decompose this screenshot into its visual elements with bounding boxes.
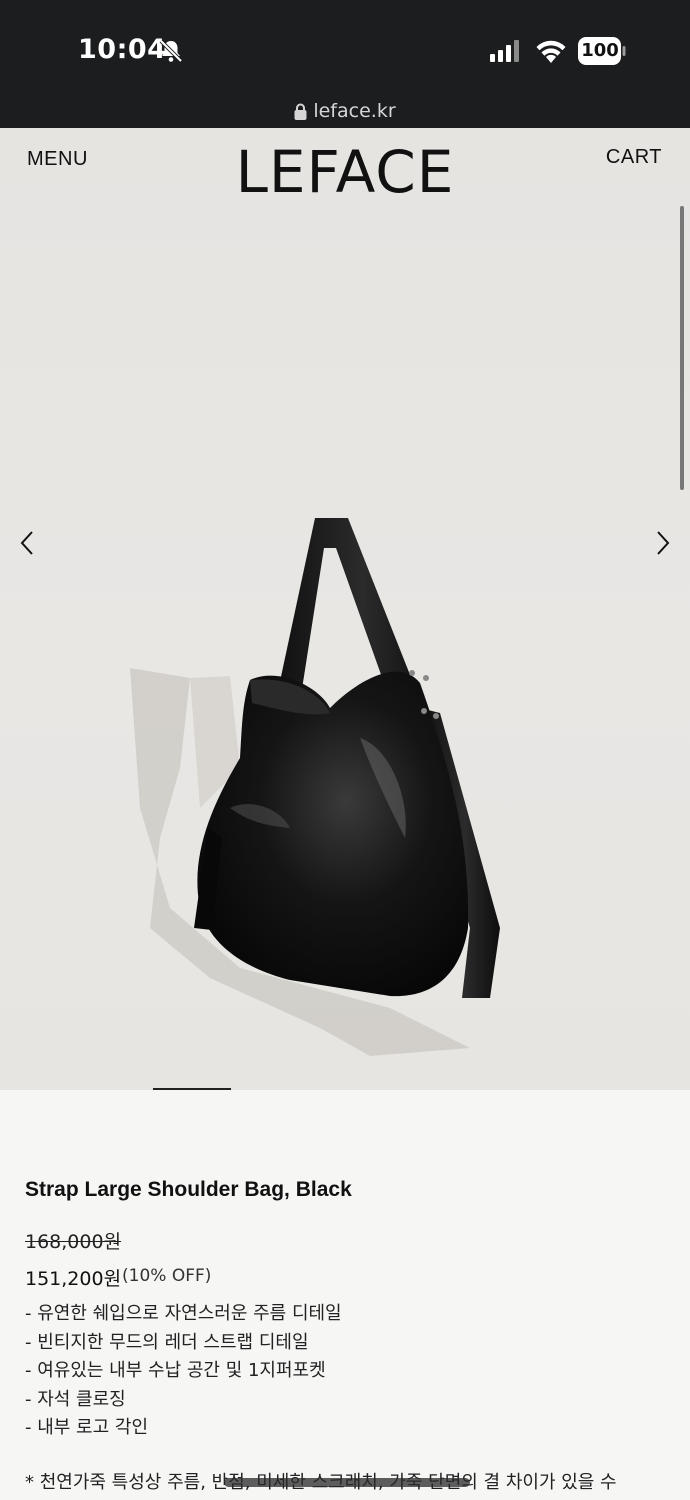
address-bar[interactable]: leface.kr xyxy=(0,96,690,126)
status-time: 10:04 xyxy=(78,34,167,65)
original-price: 168,000원 xyxy=(25,1231,122,1253)
product-info: Strap Large Shoulder Bag, Black 168,000원… xyxy=(0,1090,690,1500)
cart-button[interactable]: CART xyxy=(606,146,662,169)
chevron-right-icon[interactable] xyxy=(650,528,674,558)
url-text: leface.kr xyxy=(313,100,396,122)
product-photo xyxy=(130,518,500,1056)
home-indicator[interactable] xyxy=(224,1478,470,1487)
wifi-icon xyxy=(536,40,566,63)
bell-slash-icon xyxy=(159,39,183,63)
product-title: Strap Large Shoulder Bag, Black xyxy=(25,1178,352,1201)
cellular-signal-icon xyxy=(490,40,519,62)
list-item: - 여유있는 내부 수납 공간 및 1지퍼포켓 xyxy=(25,1360,326,1381)
list-item: - 자석 클로징 xyxy=(25,1388,126,1410)
sale-price: 151,200원 xyxy=(25,1268,122,1290)
feature-list: - 유연한 쉐입으로 자연스러운 주름 디테일 - 빈티지한 무드의 레더 스트… xyxy=(25,1300,342,1443)
list-item: - 유연한 쉐입으로 자연스러운 주름 디테일 xyxy=(25,1303,342,1324)
chevron-left-icon[interactable] xyxy=(16,528,40,558)
page-scrollbar[interactable] xyxy=(680,206,684,490)
site-logo[interactable]: LEFACE xyxy=(0,138,690,206)
product-image-carousel[interactable]: MENU LEFACE CART xyxy=(0,128,690,1090)
discount-badge: (10% OFF) xyxy=(122,1266,212,1286)
list-item: - 빈티지한 무드의 레더 스트랩 디테일 xyxy=(25,1331,309,1353)
status-bar: 10:04 100 leface.kr xyxy=(0,0,690,128)
battery-level: 100 xyxy=(581,40,619,61)
lock-icon xyxy=(294,103,307,120)
list-item: - 내부 로고 각인 xyxy=(25,1417,149,1438)
